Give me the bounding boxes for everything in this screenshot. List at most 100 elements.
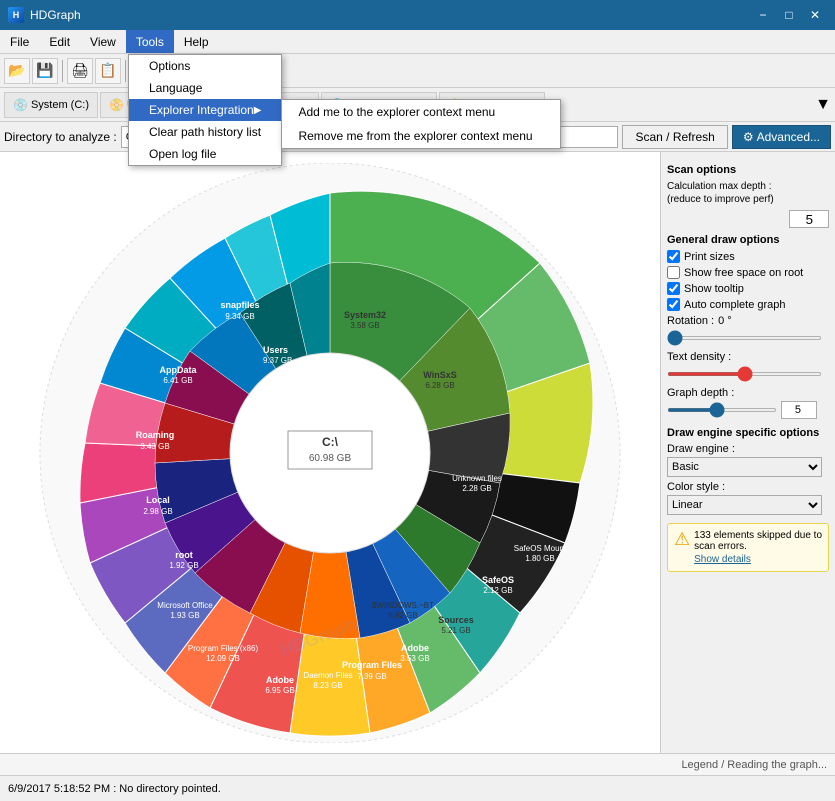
tooltip-label: Show tooltip bbox=[684, 283, 744, 295]
toolbar-separator-2 bbox=[125, 60, 126, 82]
titlebar: H HDGraph − □ ✕ bbox=[0, 0, 835, 30]
svg-text:1.80 GB: 1.80 GB bbox=[525, 554, 554, 563]
calc-depth-row bbox=[667, 210, 829, 228]
submenu-arrow: ▶ bbox=[254, 105, 262, 116]
rotation-value: 0 ° bbox=[718, 315, 732, 327]
tooltip-checkbox[interactable] bbox=[667, 282, 680, 295]
rotation-slider[interactable] bbox=[667, 336, 822, 340]
menu-view[interactable]: View bbox=[80, 30, 126, 53]
add-context-menu-item[interactable]: Add me to the explorer context menu bbox=[282, 100, 560, 124]
svg-text:C:\: C:\ bbox=[322, 435, 339, 449]
text-density-container: Text density : bbox=[667, 351, 829, 379]
graph-depth-label-row: Graph depth : bbox=[667, 387, 829, 399]
svg-text:root: root bbox=[175, 550, 193, 560]
text-density-label-row: Text density : bbox=[667, 351, 829, 363]
svg-text:AppData: AppData bbox=[159, 365, 197, 375]
toolbar: 📂 💾 🖨 📋 🔍 bbox=[0, 54, 835, 88]
tooltip-row: Show tooltip bbox=[667, 282, 829, 295]
svg-text:9.34 GB: 9.34 GB bbox=[225, 312, 254, 321]
free-space-checkbox[interactable] bbox=[667, 266, 680, 279]
copy-button[interactable]: 📋 bbox=[95, 58, 121, 84]
legend-text: Legend / Reading the graph... bbox=[681, 759, 827, 771]
autocomplete-label: Auto complete graph bbox=[684, 299, 786, 311]
explorer-submenu: Add me to the explorer context menu Remo… bbox=[281, 99, 561, 149]
donut-svg: C:\ 60.98 GB System32 3.58 GB WinSxS 6.2… bbox=[10, 163, 650, 743]
svg-text:3.53 GB: 3.53 GB bbox=[400, 654, 429, 663]
language-menu-item[interactable]: Language bbox=[129, 77, 281, 99]
open-button[interactable]: 📂 bbox=[4, 58, 30, 84]
svg-text:SafeOS: SafeOS bbox=[482, 575, 514, 585]
calc-depth-input[interactable] bbox=[789, 210, 829, 228]
autocomplete-checkbox[interactable] bbox=[667, 298, 680, 311]
svg-text:Windows: Windows bbox=[346, 390, 390, 401]
svg-text:3.58 GB: 3.58 GB bbox=[350, 321, 379, 330]
menu-help[interactable]: Help bbox=[174, 30, 219, 53]
close-button[interactable]: ✕ bbox=[803, 5, 827, 25]
svg-text:60.98 GB: 60.98 GB bbox=[309, 453, 352, 464]
chart-canvas[interactable]: C:\ 60.98 GB System32 3.58 GB WinSxS 6.2… bbox=[0, 152, 660, 753]
save-button[interactable]: 💾 bbox=[32, 58, 58, 84]
menu-tools[interactable]: Tools bbox=[126, 30, 174, 53]
warning-box: ⚠ 133 elements skipped due to scan error… bbox=[667, 523, 829, 572]
svg-text:Users: Users bbox=[263, 345, 288, 355]
rotation-label-row: Rotation : 0 ° bbox=[667, 315, 829, 327]
svg-text:Microsoft Office: Microsoft Office bbox=[157, 601, 213, 610]
svg-text:16.43 GB: 16.43 GB bbox=[349, 402, 387, 412]
window-controls: − □ ✕ bbox=[751, 5, 827, 25]
text-density-label: Text density : bbox=[667, 351, 731, 363]
options-menu-item[interactable]: Options bbox=[129, 55, 281, 77]
svg-text:Roaming: Roaming bbox=[136, 430, 175, 440]
graph-depth-slider[interactable] bbox=[667, 408, 777, 412]
drives-scroll-right[interactable]: ▼ bbox=[815, 96, 831, 114]
show-details-link[interactable]: Show details bbox=[694, 554, 822, 565]
dir-label: Directory to analyze : bbox=[4, 130, 117, 144]
draw-engine-row: Draw engine : Basic Advanced bbox=[667, 443, 829, 477]
menu-file[interactable]: File bbox=[0, 30, 39, 53]
right-panel: Scan options Calculation max depth :(red… bbox=[660, 152, 835, 753]
svg-text:snapfiles: snapfiles bbox=[220, 300, 259, 310]
minimize-button[interactable]: − bbox=[751, 5, 775, 25]
open-log-menu-item[interactable]: Open log file bbox=[129, 143, 281, 165]
print-sizes-row: Print sizes bbox=[667, 250, 829, 263]
app-title: H HDGraph bbox=[8, 7, 81, 23]
warning-content: 133 elements skipped due to scan errors.… bbox=[694, 530, 822, 565]
svg-text:5.82 GB: 5.82 GB bbox=[388, 611, 417, 620]
clear-history-menu-item[interactable]: Clear path history list bbox=[129, 121, 281, 143]
graph-depth-input[interactable] bbox=[781, 401, 817, 419]
svg-text:2.28 GB: 2.28 GB bbox=[462, 484, 491, 493]
free-space-label: Show free space on root bbox=[684, 267, 803, 279]
toolbar-separator-1 bbox=[62, 60, 63, 82]
maximize-button[interactable]: □ bbox=[777, 5, 801, 25]
draw-engine-select[interactable]: Basic Advanced bbox=[667, 457, 822, 477]
text-density-slider[interactable] bbox=[667, 372, 822, 376]
scan-refresh-button[interactable]: Scan / Refresh bbox=[622, 125, 727, 149]
draw-engine-section-title: Draw engine specific options bbox=[667, 427, 829, 439]
color-style-select[interactable]: Linear Radial Spectrum bbox=[667, 495, 822, 515]
svg-text:Local: Local bbox=[146, 495, 170, 505]
advanced-button[interactable]: ⚙ Advanced... bbox=[732, 125, 831, 149]
svg-text:Program Files: Program Files bbox=[342, 660, 402, 670]
explorer-integration-menu-item[interactable]: Explorer Integration ▶ bbox=[129, 99, 281, 121]
svg-text:5.21 GB: 5.21 GB bbox=[441, 626, 470, 635]
remove-context-menu-item[interactable]: Remove me from the explorer context menu bbox=[282, 124, 560, 148]
print-sizes-checkbox[interactable] bbox=[667, 250, 680, 263]
autocomplete-row: Auto complete graph bbox=[667, 298, 829, 311]
print-sizes-label: Print sizes bbox=[684, 251, 735, 263]
print-button[interactable]: 🖨 bbox=[67, 58, 93, 84]
graph-depth-label: Graph depth : bbox=[667, 387, 734, 399]
menubar: File Edit View Tools Help Options Langua… bbox=[0, 30, 835, 54]
svg-text:2.98 GB: 2.98 GB bbox=[143, 507, 172, 516]
svg-text:9.37 GB: 9.37 GB bbox=[263, 356, 292, 365]
svg-text:$WINDOWS.~BT: $WINDOWS.~BT bbox=[372, 601, 434, 610]
drive-e-icon: 📀 bbox=[109, 98, 124, 112]
menu-edit[interactable]: Edit bbox=[39, 30, 80, 53]
svg-text:Adobe: Adobe bbox=[266, 675, 294, 685]
color-style-row: Color style : Linear Radial Spectrum bbox=[667, 481, 829, 515]
svg-text:2.12 GB: 2.12 GB bbox=[483, 586, 512, 595]
rotation-label: Rotation : bbox=[667, 315, 714, 327]
svg-text:12.09 GB: 12.09 GB bbox=[206, 654, 240, 663]
svg-text:Unknown files: Unknown files bbox=[452, 474, 502, 483]
free-space-row: Show free space on root bbox=[667, 266, 829, 279]
svg-text:Adobe: Adobe bbox=[401, 643, 429, 653]
drive-c[interactable]: 💿 System (C:) bbox=[4, 92, 98, 118]
